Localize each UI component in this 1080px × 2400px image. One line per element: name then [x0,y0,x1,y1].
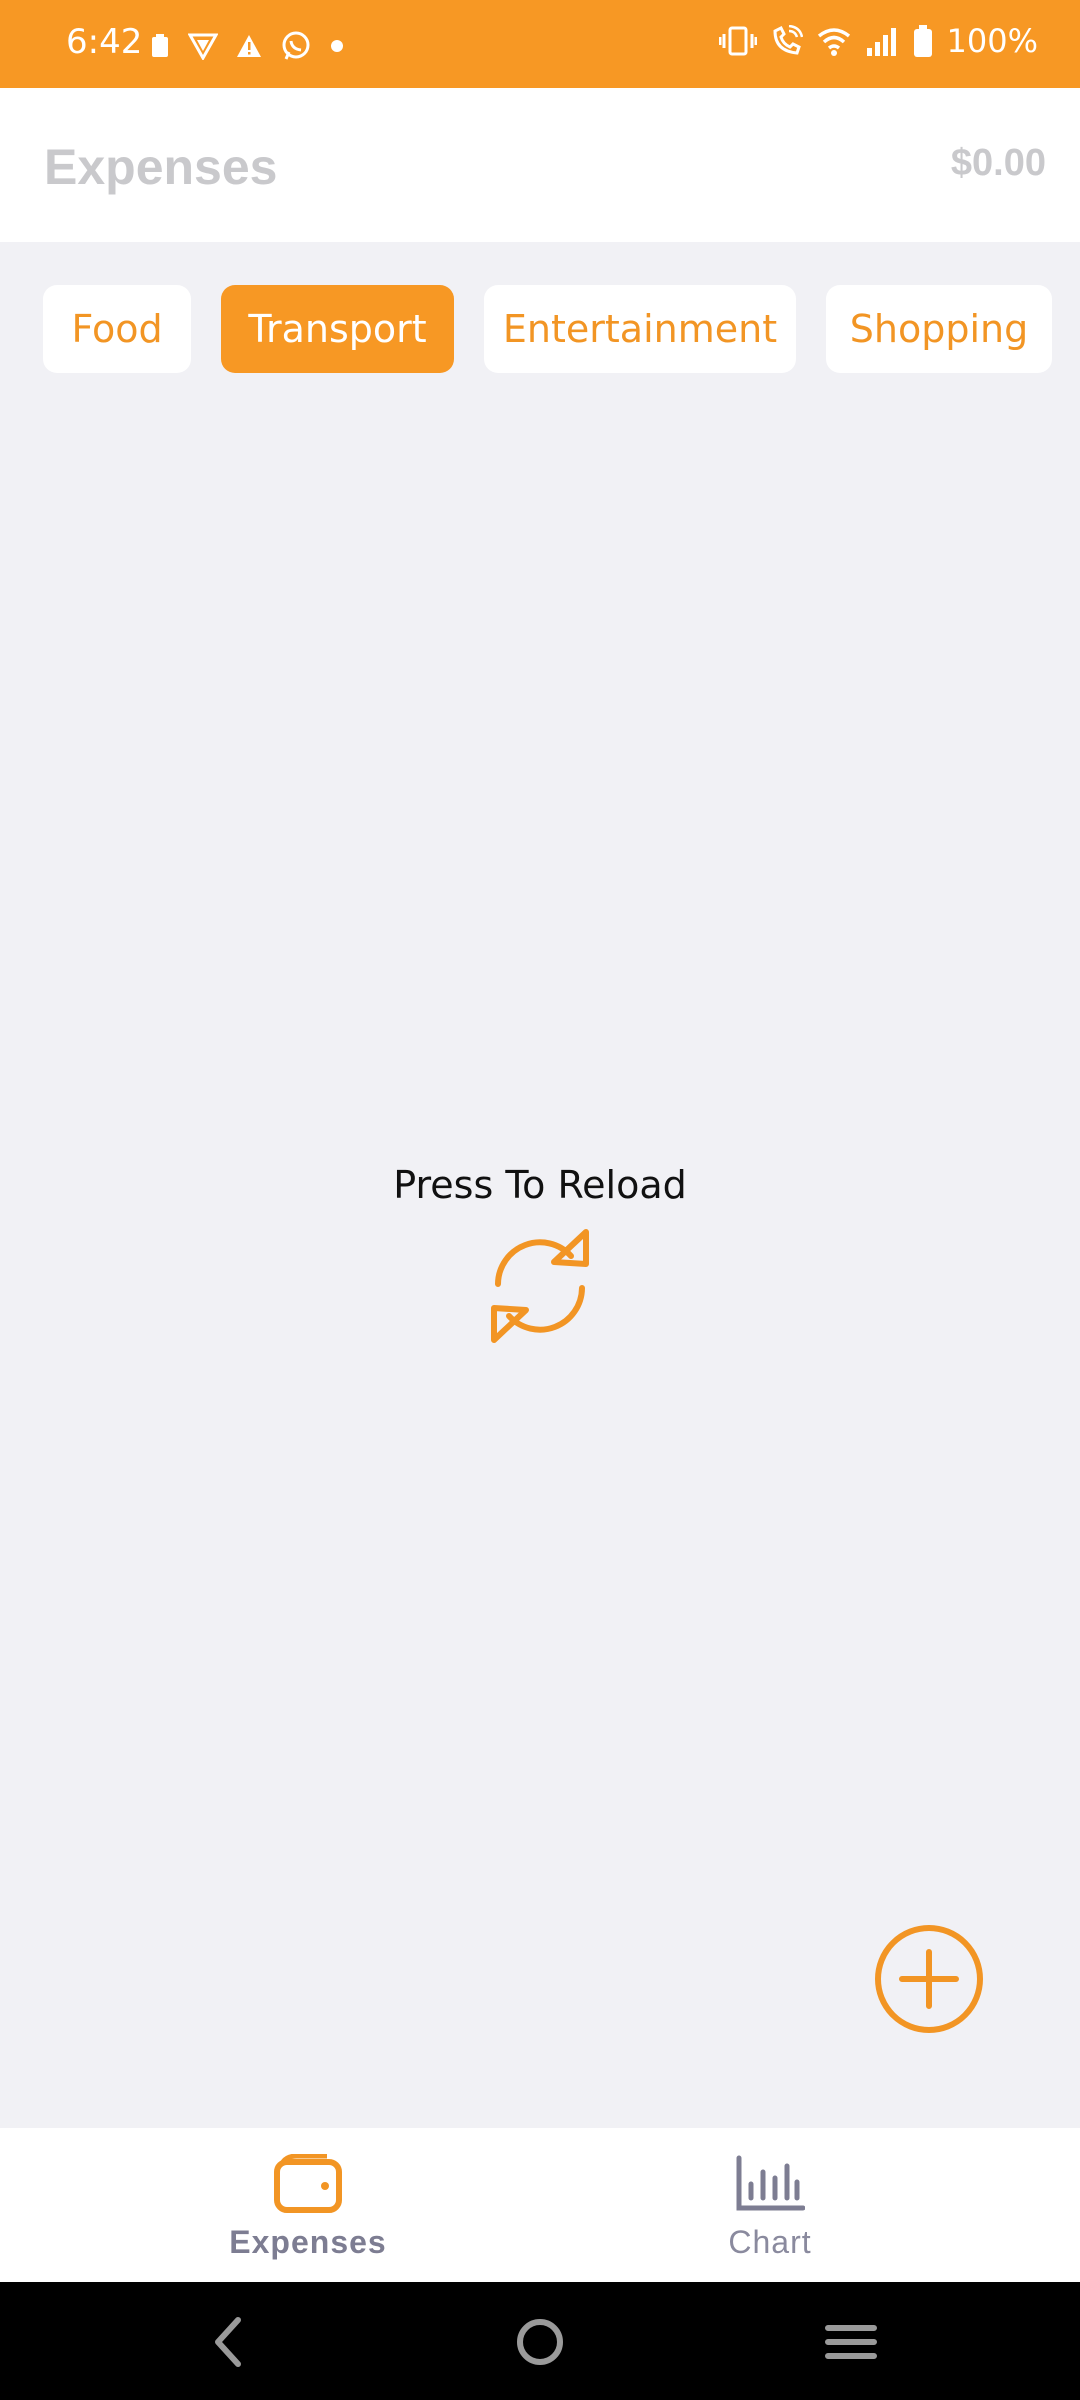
category-chip-transport[interactable]: Transport [221,285,454,373]
add-circle-icon[interactable] [874,1924,984,2034]
vibrate-icon [718,26,757,56]
nav-item-chart[interactable]: Chart [500,2128,1040,2282]
category-chip-entertainment[interactable]: Entertainment [484,285,796,373]
category-chip-food[interactable]: Food [43,285,191,373]
home-icon[interactable] [514,2312,566,2372]
warning-icon [237,35,261,57]
nav-label-chart: Chart [728,2224,812,2260]
status-time: 6:42 [66,22,143,62]
wifi-icon [817,28,850,56]
bottom-navigation: Expenses Chart [0,2128,1080,2282]
wallet-icon [274,2154,342,2213]
recents-icon[interactable] [824,2312,878,2372]
battery-percentage: 100% [946,22,1038,60]
status-system-icons: 100% [718,22,1038,60]
app-header: Expenses $0.00 [0,88,1080,242]
signal-icon [866,28,896,56]
category-chip-shopping[interactable]: Shopping [826,285,1052,373]
battery-saver-icon [152,34,168,57]
whatsapp-icon [282,31,310,60]
wifi-calling-icon [773,25,803,55]
page-title: Expenses [44,139,278,195]
total-amount: $0.00 [950,142,1046,184]
nav-label-expenses: Expenses [229,2224,387,2260]
back-icon[interactable] [208,2312,248,2372]
nav-item-expenses[interactable]: Expenses [38,2128,578,2282]
status-bar: 6:42 100% [0,0,1080,88]
dot-icon [331,40,343,52]
battery-icon [913,25,932,57]
system-navigation-bar [0,2282,1080,2400]
shield-icon [188,33,218,60]
bar-chart-icon [736,2155,805,2211]
reload-message[interactable]: Press To Reload [0,1163,1080,1207]
refresh-icon[interactable] [476,1222,604,1350]
status-notification-icons [150,30,344,62]
